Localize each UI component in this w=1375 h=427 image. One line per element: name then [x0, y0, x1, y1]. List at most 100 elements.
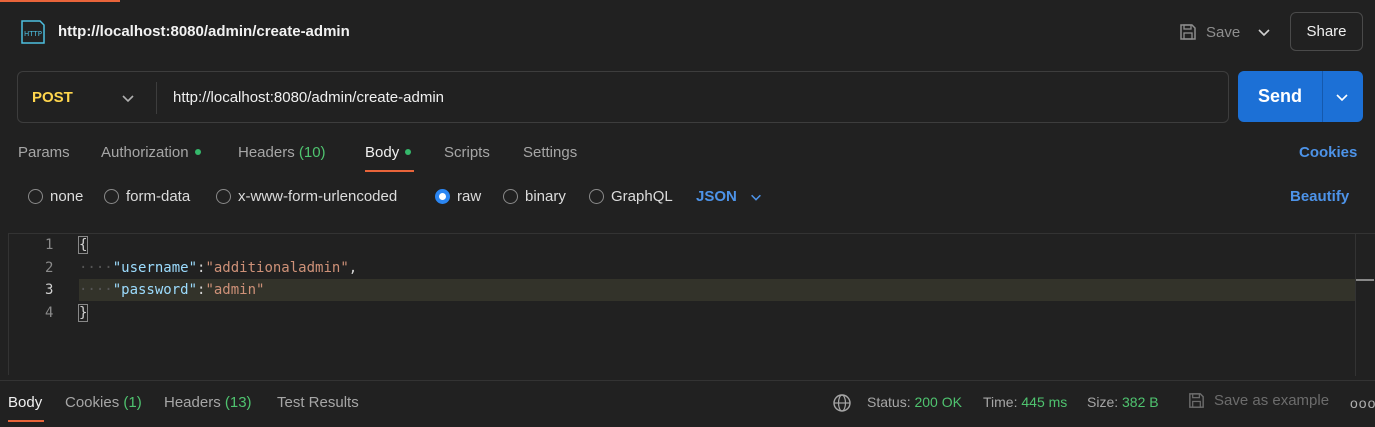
- radio-icon: [589, 189, 604, 204]
- chevron-down-icon[interactable]: [1256, 24, 1272, 40]
- save-button[interactable]: Save: [1178, 20, 1240, 44]
- format-select[interactable]: JSON: [696, 188, 763, 205]
- editor-line: 4 }: [9, 302, 1355, 324]
- request-title[interactable]: http://localhost:8080/admin/create-admin: [58, 23, 350, 40]
- status-dot: [405, 149, 412, 156]
- tab-count: (1): [123, 394, 142, 411]
- chevron-down-icon[interactable]: [120, 90, 136, 106]
- tab-settings[interactable]: Settings: [523, 144, 577, 161]
- radio-graphql[interactable]: GraphQL: [589, 188, 673, 205]
- radio-icon: [503, 189, 518, 204]
- tab-count: (13): [224, 394, 252, 411]
- tab-label: Body: [8, 394, 43, 411]
- radio-icon: [104, 189, 119, 204]
- more-options-icon[interactable]: ooo: [1350, 395, 1375, 411]
- tab-label: Body: [365, 144, 400, 161]
- tab-label: Params: [18, 144, 70, 161]
- radio-icon: [216, 189, 231, 204]
- cookies-link[interactable]: Cookies: [1299, 144, 1357, 161]
- response-tab-test-results[interactable]: Test Results: [277, 394, 359, 411]
- radio-label: binary: [525, 188, 566, 205]
- radio-checked-icon: [435, 189, 450, 204]
- radio-binary[interactable]: binary: [503, 188, 566, 205]
- time-label: Time:: [983, 394, 1018, 410]
- tab-label: Scripts: [444, 144, 490, 161]
- editor-scrollbar[interactable]: [1355, 234, 1375, 376]
- globe-icon[interactable]: [832, 393, 852, 413]
- tab-label: Authorization: [101, 144, 189, 161]
- size-readout[interactable]: Size: 382 B: [1087, 394, 1159, 410]
- body-type-options: none form-data x-www-form-urlencoded raw…: [0, 184, 1375, 212]
- response-tab-cookies[interactable]: Cookies (1): [65, 394, 142, 411]
- send-button-group: Send: [1238, 71, 1363, 122]
- json-key: "username": [112, 260, 198, 276]
- tab-label: Cookies: [65, 394, 120, 411]
- active-tab-indicator: [0, 0, 120, 2]
- radio-none[interactable]: none: [28, 188, 83, 205]
- response-bar: Body Cookies (1) Headers (13) Test Resul…: [0, 380, 1375, 427]
- request-header: HTTP http://localhost:8080/admin/create-…: [0, 4, 1375, 60]
- radio-raw[interactable]: raw: [435, 188, 481, 205]
- status-readout[interactable]: Status: 200 OK: [867, 394, 962, 410]
- tab-params[interactable]: Params: [18, 144, 70, 161]
- json-key: "password": [112, 282, 198, 298]
- radio-urlencoded[interactable]: x-www-form-urlencoded: [216, 188, 397, 205]
- tab-headers[interactable]: Headers (10): [238, 144, 326, 161]
- code-brace: {: [77, 236, 89, 254]
- format-label: JSON: [696, 188, 737, 205]
- save-as-example-button[interactable]: Save as example: [1187, 391, 1329, 410]
- radio-label: GraphQL: [611, 188, 673, 205]
- active-tab-underline: [8, 420, 44, 422]
- tab-authorization[interactable]: Authorization: [101, 144, 201, 161]
- save-icon: [1180, 24, 1196, 40]
- send-button[interactable]: Send: [1238, 71, 1322, 122]
- divider: [156, 82, 157, 114]
- editor-line: 1 {: [9, 234, 1355, 256]
- svg-text:HTTP: HTTP: [24, 30, 42, 38]
- editor-line: 3 ····"password":"admin": [9, 279, 1355, 301]
- line-number: 2: [45, 260, 54, 276]
- url-bar: POST http://localhost:8080/admin/create-…: [17, 71, 1229, 123]
- status-label: Status:: [867, 394, 911, 410]
- radio-icon: [28, 189, 43, 204]
- code-editor[interactable]: 1 { 2 ····"username":"additionaladmin", …: [8, 233, 1375, 376]
- tab-scripts[interactable]: Scripts: [444, 144, 490, 161]
- line-code: {: [77, 236, 89, 254]
- divider: [1322, 71, 1323, 122]
- line-number: 3: [45, 282, 54, 298]
- request-tabs: Params Authorization Headers (10) Body S…: [0, 138, 1375, 172]
- status-dot: [194, 149, 201, 156]
- save-icon: [1189, 393, 1204, 408]
- line-number: 4: [45, 305, 54, 321]
- radio-label: form-data: [126, 188, 191, 205]
- json-trail: ,: [348, 260, 358, 276]
- tab-count: (10): [298, 144, 326, 161]
- tab-label: Settings: [523, 144, 578, 161]
- chevron-down-icon[interactable]: [1334, 89, 1350, 105]
- save-label: Save: [1206, 23, 1241, 41]
- radio-label: x-www-form-urlencoded: [238, 188, 398, 205]
- time-readout[interactable]: Time: 445 ms: [983, 394, 1067, 410]
- beautify-button[interactable]: Beautify: [1290, 188, 1349, 205]
- http-icon: HTTP: [21, 20, 45, 44]
- response-tab-body[interactable]: Body: [8, 394, 42, 411]
- url-input[interactable]: http://localhost:8080/admin/create-admin: [173, 89, 444, 106]
- json-value: "additionaladmin": [205, 260, 349, 276]
- share-button[interactable]: Share: [1290, 12, 1363, 51]
- line-code: }: [77, 304, 89, 322]
- active-tab-underline: [365, 170, 414, 172]
- tab-label: Headers: [238, 144, 295, 161]
- time-value: 445 ms: [1021, 394, 1068, 410]
- tab-label: Headers: [164, 394, 221, 411]
- radio-form-data[interactable]: form-data: [104, 188, 190, 205]
- method-select[interactable]: POST: [32, 89, 73, 106]
- response-tab-headers[interactable]: Headers (13): [164, 394, 252, 411]
- tab-label: Test Results: [277, 394, 359, 411]
- code-brace: }: [77, 304, 89, 322]
- tab-body[interactable]: Body: [365, 144, 412, 161]
- size-label: Size:: [1087, 394, 1119, 410]
- status-value: 200 OK: [914, 394, 962, 410]
- radio-label: raw: [457, 188, 482, 205]
- json-value: "admin": [205, 282, 265, 298]
- radio-label: none: [50, 188, 84, 205]
